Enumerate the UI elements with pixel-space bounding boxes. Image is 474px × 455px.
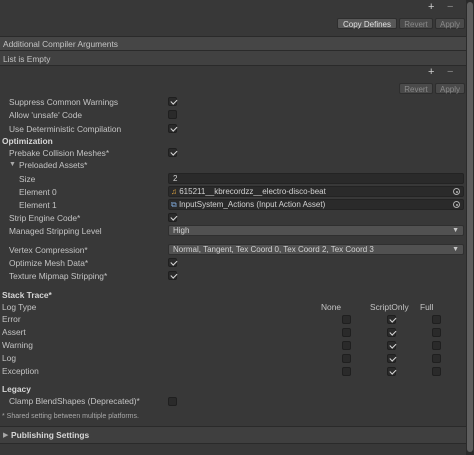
stack-trace-header: Stack Trace* xyxy=(2,290,52,300)
warning-none-checkbox[interactable] xyxy=(342,341,351,350)
strip-engine-label: Strip Engine Code* xyxy=(9,213,81,223)
element-1-object-field[interactable]: ⧉ InputSystem_Actions (Input Action Asse… xyxy=(168,199,464,210)
chevron-down-icon: ▼ xyxy=(452,227,459,234)
scrollbar-thumb[interactable] xyxy=(467,2,473,452)
warning-scriptonly-checkbox[interactable] xyxy=(387,341,396,350)
element-1-label: Element 1 xyxy=(19,200,57,210)
assert-full-checkbox[interactable] xyxy=(432,328,441,337)
suppress-warnings-label: Suppress Common Warnings xyxy=(9,97,119,107)
col-full-header: Full xyxy=(420,302,434,312)
optimize-mesh-checkbox[interactable] xyxy=(168,258,177,267)
strip-engine-checkbox[interactable] xyxy=(168,213,177,222)
add-define-button[interactable]: + xyxy=(428,1,434,13)
exception-scriptonly-checkbox[interactable] xyxy=(387,367,396,376)
log-scriptonly-checkbox[interactable] xyxy=(387,354,396,363)
stack-row-warning-label: Warning xyxy=(2,340,33,350)
error-none-checkbox[interactable] xyxy=(342,315,351,324)
compiler-args-title: Additional Compiler Arguments xyxy=(3,39,118,49)
stack-row-log-label: Log xyxy=(2,353,16,363)
preloaded-size-input[interactable]: 2 xyxy=(168,173,464,184)
vertex-compression-label: Vertex Compression* xyxy=(9,245,88,255)
publishing-settings-label: Publishing Settings xyxy=(11,430,90,440)
log-full-checkbox[interactable] xyxy=(432,354,441,363)
preloaded-foldout-arrow-icon[interactable]: ▼ xyxy=(9,161,16,168)
deterministic-label: Use Deterministic Compilation xyxy=(9,124,122,134)
optimization-header: Optimization xyxy=(2,136,53,146)
texture-mipmap-checkbox[interactable] xyxy=(168,271,177,280)
preloaded-size-label: Size xyxy=(19,174,36,184)
copy-defines-button[interactable]: Copy Defines xyxy=(337,18,397,29)
revert-defines-button[interactable]: Revert xyxy=(399,18,433,29)
stack-row-exception-label: Exception xyxy=(2,366,39,376)
log-none-checkbox[interactable] xyxy=(342,354,351,363)
revert-arguments-button[interactable]: Revert xyxy=(399,83,433,94)
prebake-checkbox[interactable] xyxy=(168,148,177,157)
assert-none-checkbox[interactable] xyxy=(342,328,351,337)
prebake-label: Prebake Collision Meshes* xyxy=(9,148,110,158)
legacy-header: Legacy xyxy=(2,384,31,394)
texture-mipmap-label: Texture Mipmap Stripping* xyxy=(9,271,108,281)
apply-arguments-button[interactable]: Apply xyxy=(435,83,465,94)
object-picker-icon[interactable] xyxy=(453,188,460,195)
compiler-args-list: List is Empty xyxy=(0,51,466,66)
input-actions-icon: ⧉ xyxy=(171,200,177,209)
allow-unsafe-label: Allow 'unsafe' Code xyxy=(9,110,83,120)
col-none-header: None xyxy=(321,302,342,312)
warning-full-checkbox[interactable] xyxy=(432,341,441,350)
stack-row-error-label: Error xyxy=(2,314,21,324)
shared-setting-footnote: * Shared setting between multiple platfo… xyxy=(2,413,139,420)
add-argument-button[interactable]: + xyxy=(428,66,434,78)
publishing-settings-foldout[interactable]: ▶ Publishing Settings xyxy=(0,426,466,444)
allow-unsafe-checkbox[interactable] xyxy=(168,110,177,119)
managed-stripping-label: Managed Stripping Level xyxy=(9,226,102,236)
preloaded-assets-label[interactable]: Preloaded Assets* xyxy=(19,160,87,170)
object-picker-icon[interactable] xyxy=(453,201,460,208)
empty-list-label: List is Empty xyxy=(3,54,51,64)
exception-full-checkbox[interactable] xyxy=(432,367,441,376)
preloaded-size-value: 2 xyxy=(173,174,178,183)
element-1-value: InputSystem_Actions (Input Action Asset) xyxy=(178,200,326,209)
chevron-down-icon: ▼ xyxy=(452,246,459,253)
deterministic-checkbox[interactable] xyxy=(168,124,177,133)
remove-argument-button[interactable]: − xyxy=(447,66,453,78)
vertex-compression-value: Normal, Tangent, Tex Coord 0, Tex Coord … xyxy=(173,245,374,254)
remove-define-button[interactable]: − xyxy=(447,1,453,13)
managed-stripping-dropdown[interactable]: High ▼ xyxy=(168,225,464,236)
apply-defines-button[interactable]: Apply xyxy=(435,18,465,29)
clamp-blendshapes-label: Clamp BlendShapes (Deprecated)* xyxy=(9,396,140,406)
vertical-scrollbar[interactable] xyxy=(466,0,474,455)
exception-none-checkbox[interactable] xyxy=(342,367,351,376)
element-0-label: Element 0 xyxy=(19,187,57,197)
col-scriptonly-header: ScriptOnly xyxy=(370,302,409,312)
element-0-value: 615211__kbrecordzz__electro-disco-beat xyxy=(179,187,326,196)
assert-scriptonly-checkbox[interactable] xyxy=(387,328,396,337)
error-full-checkbox[interactable] xyxy=(432,315,441,324)
log-type-header: Log Type xyxy=(2,302,37,312)
compiler-args-header: Additional Compiler Arguments xyxy=(0,36,466,51)
optimize-mesh-label: Optimize Mesh Data* xyxy=(9,258,89,268)
suppress-warnings-checkbox[interactable] xyxy=(168,97,177,106)
vertex-compression-dropdown[interactable]: Normal, Tangent, Tex Coord 0, Tex Coord … xyxy=(168,244,464,255)
chevron-right-icon: ▶ xyxy=(3,432,9,439)
clamp-blendshapes-checkbox[interactable] xyxy=(168,397,177,406)
stack-row-assert-label: Assert xyxy=(2,327,26,337)
error-scriptonly-checkbox[interactable] xyxy=(387,315,396,324)
managed-stripping-value: High xyxy=(173,226,190,235)
audio-icon: ♫ xyxy=(171,187,177,196)
element-0-object-field[interactable]: ♫ 615211__kbrecordzz__electro-disco-beat xyxy=(168,186,464,197)
